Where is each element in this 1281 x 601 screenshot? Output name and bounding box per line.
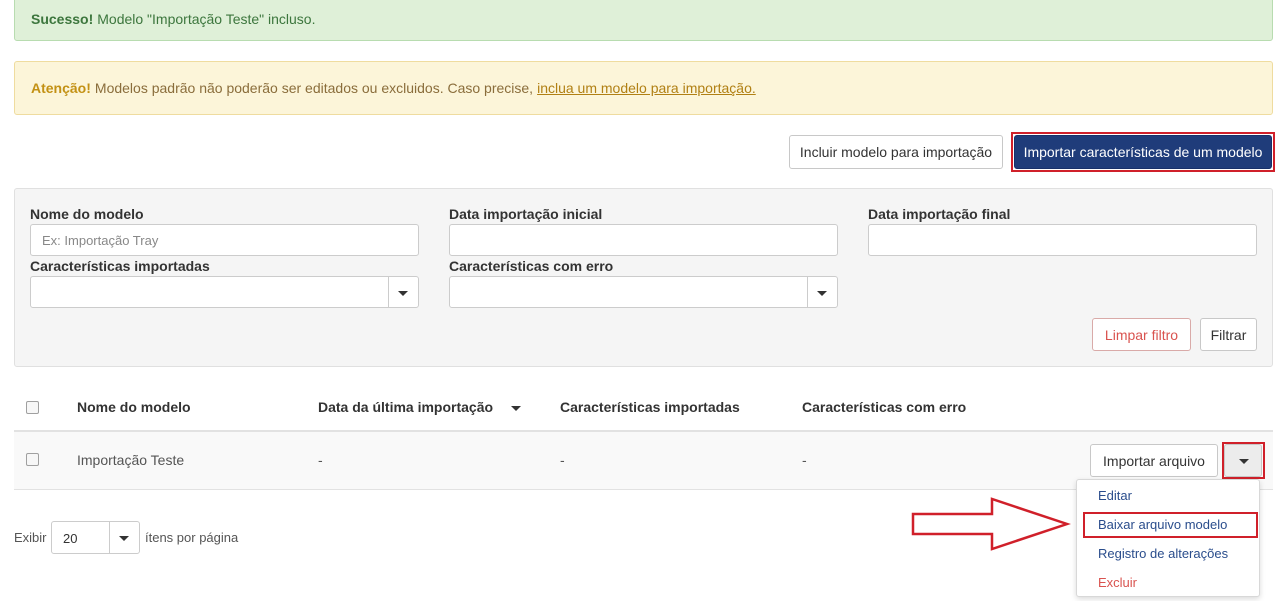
success-alert: Sucesso! Modelo "Importação Teste" inclu… — [14, 0, 1273, 41]
error-characteristics-label: Características com erro — [449, 258, 614, 274]
annotation-arrow-icon — [911, 497, 1071, 551]
sort-desc-icon — [511, 406, 521, 411]
include-model-link[interactable]: inclua um modelo para importação. — [537, 80, 756, 96]
chevron-down-icon — [817, 291, 827, 296]
model-name-input[interactable]: Ex: Importação Tray — [30, 224, 419, 256]
imported-characteristics-label: Características importadas — [30, 258, 210, 274]
chevron-down-icon — [119, 536, 129, 541]
page-size-select[interactable]: 20 — [51, 521, 140, 554]
highlight-import-button — [1011, 132, 1275, 172]
date-start-input[interactable] — [449, 224, 838, 256]
page-size-value: 20 — [63, 531, 78, 546]
header-last-import-label: Data da última importação — [318, 399, 494, 415]
menu-item-change-log[interactable]: Registro de alterações — [1098, 546, 1228, 561]
row-checkbox[interactable] — [26, 453, 39, 466]
menu-item-edit[interactable]: Editar — [1098, 488, 1132, 503]
per-page-label: ítens por página — [145, 530, 239, 545]
chevron-down-icon — [398, 291, 408, 296]
header-imported[interactable]: Características importadas — [560, 399, 740, 415]
clear-filter-button[interactable]: Limpar filtro — [1092, 318, 1191, 351]
success-alert-title: Sucesso! — [31, 10, 94, 27]
row-last-import: - — [318, 452, 323, 468]
row-imported: - — [560, 452, 565, 468]
filter-button[interactable]: Filtrar — [1200, 318, 1257, 351]
select-separator — [109, 522, 110, 553]
error-characteristics-select[interactable] — [449, 276, 838, 308]
include-model-button[interactable]: Incluir modelo para importação — [789, 135, 1003, 169]
header-model-name[interactable]: Nome do modelo — [77, 399, 191, 415]
date-end-input[interactable] — [868, 224, 1257, 256]
select-all-checkbox[interactable] — [26, 401, 39, 414]
header-errors[interactable]: Características com erro — [802, 399, 966, 415]
date-start-label: Data importação inicial — [449, 206, 603, 222]
header-last-import[interactable]: Data da última importação — [318, 399, 493, 415]
highlight-download-template — [1083, 512, 1258, 538]
warning-alert-title: Atenção! — [31, 80, 91, 96]
model-name-label: Nome do modelo — [30, 206, 144, 222]
select-separator — [807, 277, 808, 307]
warning-alert-text: Modelos padrão não poderão ser editados … — [94, 80, 534, 96]
menu-item-delete[interactable]: Excluir — [1098, 575, 1137, 590]
show-label: Exibir — [14, 530, 47, 545]
row-actions-menu: Editar Baixar arquivo modelo Registro de… — [1076, 479, 1260, 597]
select-separator — [388, 277, 389, 307]
highlight-actions-toggle — [1222, 442, 1265, 479]
import-file-button[interactable]: Importar arquivo — [1090, 444, 1218, 477]
success-alert-text: Modelo "Importação Teste" incluso. — [97, 10, 316, 27]
row-model-name: Importação Teste — [77, 452, 185, 468]
date-end-label: Data importação final — [868, 206, 1011, 222]
row-errors: - — [802, 452, 807, 468]
imported-characteristics-select[interactable] — [30, 276, 419, 308]
warning-alert: Atenção! Modelos padrão não poderão ser … — [14, 61, 1273, 115]
